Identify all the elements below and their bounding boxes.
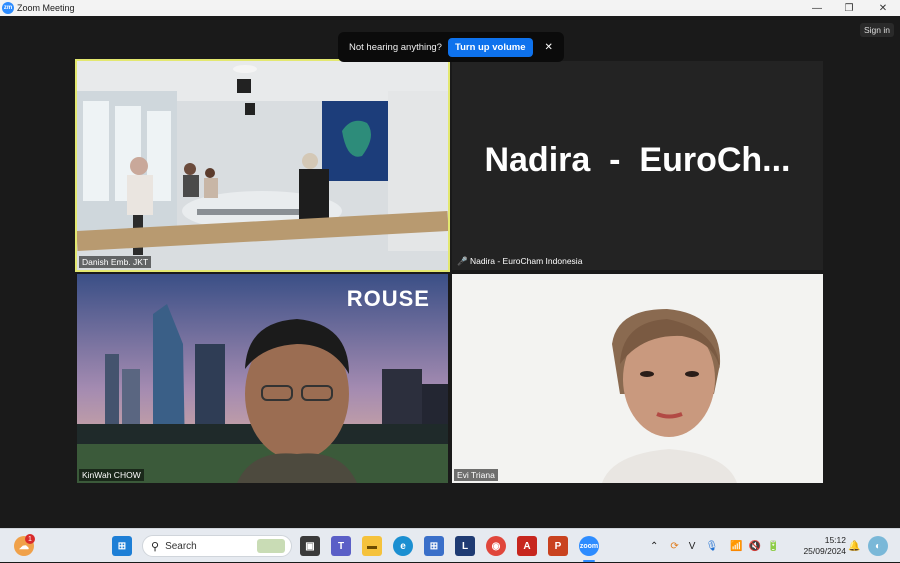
audio-notice-message: Not hearing anything? — [349, 41, 442, 53]
teams-icon[interactable]: T — [331, 536, 351, 556]
mic-muted-icon: 🎤 — [457, 256, 468, 266]
audio-notice-banner: Not hearing anything? Turn up volume ✕ — [338, 32, 564, 62]
windows-start-icon[interactable]: ⊞ — [112, 536, 132, 556]
conference-room-video — [77, 61, 448, 270]
search-placeholder: Search — [165, 540, 197, 552]
speaker-muted-icon[interactable]: 🔇 — [749, 541, 761, 552]
video-tile-nadira[interactable]: Nadira - EuroCh... 🎤 Nadira - EuroCham I… — [452, 61, 823, 270]
participant-name: 🎤 Nadira - EuroCham Indonesia — [454, 255, 585, 268]
edge-icon[interactable]: e — [393, 536, 413, 556]
file-explorer-icon[interactable]: ▬ — [362, 536, 382, 556]
participant-name: Danish Emb. JKT — [79, 256, 152, 268]
search-icon: ⚲ — [151, 540, 160, 553]
chevron-up-icon[interactable]: ⌃ — [650, 541, 658, 552]
window-titlebar: zm Zoom Meeting — [0, 0, 900, 16]
close-window-button[interactable]: ✕ — [866, 0, 900, 16]
l-app-icon[interactable]: L — [455, 536, 475, 556]
acrobat-icon[interactable]: A — [517, 536, 537, 556]
video-tile-evi[interactable]: Evi Triana — [452, 274, 823, 483]
notification-badge: 1 — [25, 534, 35, 544]
minimize-button[interactable]: — — [800, 0, 834, 16]
microphone-icon[interactable]: 🎙 — [705, 541, 718, 552]
task-view-icon[interactable]: ▣ — [300, 536, 320, 556]
zoom-taskbar-icon[interactable]: zoom — [579, 536, 599, 556]
participant-name-text: Nadira - EuroCham Indonesia — [469, 256, 583, 266]
powerpoint-icon[interactable]: P — [548, 536, 568, 556]
copilot-icon[interactable]: ◐ — [868, 536, 888, 556]
participant-name: KinWah CHOW — [79, 469, 144, 481]
video-tile-kinwah[interactable]: ROUSE KinWah CHOW — [77, 274, 448, 483]
clock[interactable]: 15:12 25/09/2024 — [792, 535, 846, 557]
sign-in-button[interactable]: Sign in — [860, 23, 894, 37]
close-icon[interactable]: ✕ — [545, 42, 553, 53]
restore-button[interactable]: ❐ — [832, 0, 866, 16]
notification-bell-icon[interactable]: 🔔 — [848, 529, 860, 563]
system-tray: ⌃ ⟳ V 🎙 📶 🔇 🔋 — [650, 529, 780, 563]
battery-icon[interactable]: 🔋 — [767, 541, 779, 552]
clock-date: 25/09/2024 — [803, 546, 846, 556]
chrome-icon[interactable]: ◉ — [486, 536, 506, 556]
vpn-icon[interactable]: V — [689, 541, 696, 552]
video-tile-danish-emb[interactable]: Danish Emb. JKT — [75, 59, 450, 272]
participant-name: Evi Triana — [454, 469, 498, 481]
wifi-icon[interactable]: 📶 — [730, 541, 742, 552]
turn-up-volume-button[interactable]: Turn up volume — [447, 37, 533, 57]
clock-time: 15:12 — [824, 535, 846, 545]
participant-display-name: Nadira - EuroCh... — [484, 141, 791, 179]
microsoft-store-icon[interactable]: ⊞ — [424, 536, 444, 556]
window-title: Zoom Meeting — [17, 3, 75, 13]
meeting-stage: Danish Emb. JKT Nadira - EuroCh... 🎤 Nad… — [0, 16, 900, 528]
windows-taskbar: ☁ 1 ⊞ ⚲ Search ▣ T ▬ e ⊞ L ◉ A P zoom ⌃ … — [0, 528, 900, 562]
sync-icon[interactable]: ⟳ — [670, 541, 678, 552]
taskbar-search-box[interactable]: ⚲ Search — [142, 535, 292, 557]
search-highlight-icon — [257, 539, 285, 553]
zoom-logo-icon: zm — [2, 2, 14, 14]
participant-video — [452, 274, 823, 483]
background-watermark: ROUSE — [346, 286, 430, 311]
